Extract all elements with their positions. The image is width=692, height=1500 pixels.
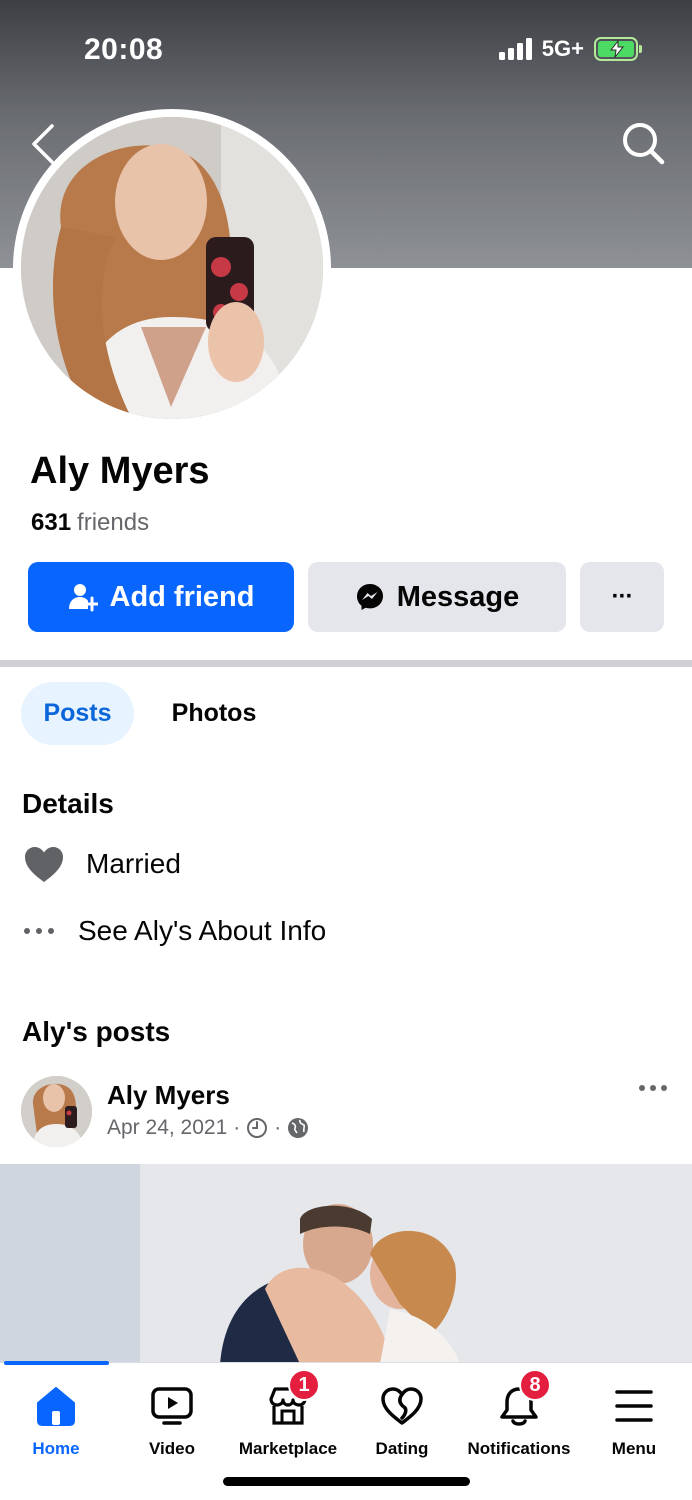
about-info-label: See Aly's About Info [78,915,327,946]
video-icon [151,1387,193,1425]
nav-home[interactable]: Home [6,1363,106,1459]
friends-label: friends [77,509,150,536]
notifications-badge: 8 [519,1369,551,1401]
nav-video[interactable]: Video [122,1363,222,1459]
more-options-button[interactable]: ··· [580,562,664,632]
meta-separator: · [233,1116,241,1139]
ellipsis-icon [24,928,54,934]
nav-marketplace[interactable]: 1 Marketplace [232,1363,344,1459]
status-time: 20:08 [84,33,164,66]
post-meta: Apr 24, 2021 · · [107,1116,309,1140]
status-indicators: 5G+ [498,36,642,62]
nav-home-label: Home [32,1439,80,1458]
tab-photos[interactable]: Photos [150,682,278,745]
nav-menu[interactable]: Menu [586,1363,682,1459]
add-friend-label: Add friend [109,580,255,613]
post-options-button[interactable] [638,1080,668,1098]
ellipsis-icon [639,1085,667,1091]
nav-notifications[interactable]: 8 Notifications [460,1363,578,1459]
post-photo[interactable] [0,1164,692,1364]
network-label: 5G+ [541,36,584,61]
search-button[interactable] [620,120,666,166]
section-divider [0,660,692,667]
avatar [21,117,323,419]
messenger-icon [356,584,383,610]
message-label: Message [396,580,520,613]
dating-icon [381,1387,423,1425]
search-icon [623,123,665,165]
friends-count[interactable]: 631 friends [31,509,149,537]
heart-icon [25,847,63,882]
nav-video-label: Video [149,1439,195,1458]
friends-number: 631 [31,509,72,536]
globe-icon [288,1118,309,1138]
home-indicator [223,1477,470,1486]
post-date[interactable]: Apr 24, 2021 [107,1116,227,1140]
nav-menu-label: Menu [611,1439,657,1458]
nav-dating[interactable]: Dating [352,1363,452,1459]
marketplace-badge: 1 [288,1369,320,1401]
message-button[interactable]: Message [308,562,566,632]
tab-posts[interactable]: Posts [21,682,134,745]
battery-icon [594,37,642,61]
clock-icon [247,1118,268,1138]
nav-marketplace-label: Marketplace [238,1439,338,1458]
post-author-avatar[interactable] [21,1076,92,1147]
add-person-icon [68,584,98,612]
post-author-name[interactable]: Aly Myers [107,1080,230,1111]
relationship-status: Married [86,848,181,879]
posts-heading: Aly's posts [22,1016,171,1047]
nav-notifications-label: Notifications [467,1439,571,1458]
nav-dating-label: Dating [375,1439,429,1458]
menu-icon [615,1390,653,1422]
about-info-link[interactable]: See Aly's About Info [22,915,326,947]
relationship-row: Married [22,844,181,884]
home-icon [37,1387,75,1426]
profile-name: Aly Myers [30,450,210,492]
profile-picture[interactable] [13,109,331,427]
signal-icon [498,38,532,60]
add-friend-button[interactable]: Add friend [28,562,294,632]
more-label: ··· [611,583,634,610]
meta-separator-2: · [274,1116,282,1139]
details-heading: Details [22,788,114,819]
